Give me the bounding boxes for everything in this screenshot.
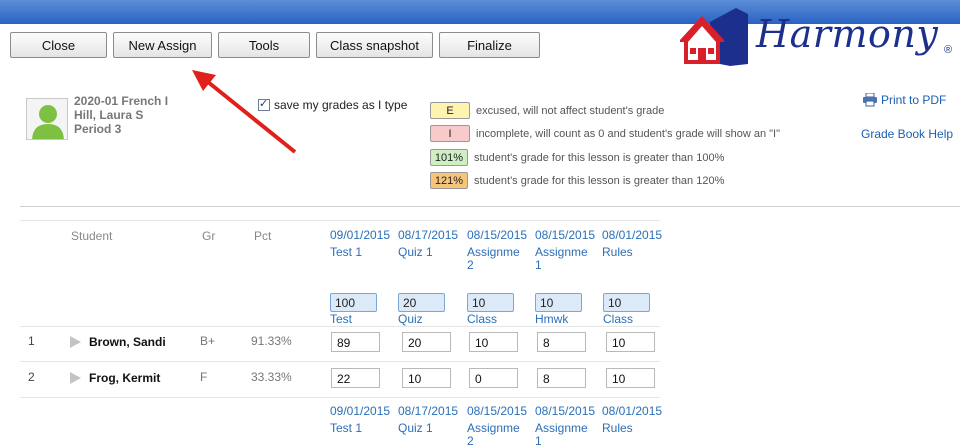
score-input[interactable]: 0: [469, 368, 518, 388]
legend-incomplete: I incomplete, will count as 0 and studen…: [430, 125, 780, 142]
course-name: 2020-01 French I: [74, 94, 169, 108]
row-divider: [20, 361, 660, 362]
grade-column-header[interactable]: Gr: [202, 229, 215, 243]
max-points-box[interactable]: 100: [330, 293, 377, 312]
score-input[interactable]: 10: [469, 332, 518, 352]
legend-text: student's grade for this lesson is great…: [474, 151, 725, 164]
score-input[interactable]: 8: [537, 332, 586, 352]
student-name[interactable]: Frog, Kermit: [89, 371, 160, 385]
assignment-header[interactable]: 08/15/2015 Assignme 2: [467, 229, 527, 272]
save-grades-checkbox[interactable]: [258, 97, 270, 111]
avatar: [26, 98, 68, 140]
student-grade: B+: [200, 334, 216, 348]
brand-name: Harmony: [756, 12, 939, 56]
incomplete-badge: I: [430, 125, 470, 142]
category-label: Hmwk: [535, 312, 569, 326]
row-divider: [20, 326, 660, 327]
category-label: Class: [467, 312, 498, 326]
teacher-name: Hill, Laura S: [74, 108, 144, 122]
excused-badge: E: [430, 102, 470, 119]
close-button[interactable]: Close: [10, 32, 107, 58]
max-points-box[interactable]: 10: [603, 293, 650, 312]
over-100-badge: 101%: [430, 149, 468, 166]
class-info: 2020-01 French I Hill, Laura S Period 3: [74, 94, 168, 136]
assignment-header[interactable]: 09/01/2015 Test 1: [330, 229, 390, 259]
save-grades-option: save my grades as I type: [258, 97, 408, 112]
header-divider: [20, 220, 660, 221]
tools-button[interactable]: Tools: [218, 32, 310, 58]
period: Period 3: [74, 122, 122, 136]
student-grade: F: [200, 370, 208, 384]
assignment-footer[interactable]: 08/15/2015 Assignme 2: [467, 405, 527, 448]
expand-arrow-icon[interactable]: [70, 336, 81, 348]
legend-over-120: 121% student's grade for this lesson is …: [430, 172, 724, 189]
legend-text: incomplete, will count as 0 and student'…: [476, 127, 781, 140]
student-pct: 33.33%: [251, 370, 292, 384]
max-points-box[interactable]: 20: [398, 293, 445, 312]
print-label: Print to PDF: [881, 93, 947, 107]
category-label: Class: [603, 312, 634, 326]
student-name[interactable]: Brown, Sandi: [89, 335, 166, 349]
row-number: 1: [28, 334, 35, 348]
section-divider: [20, 206, 960, 207]
legend-text: student's grade for this lesson is great…: [474, 174, 725, 187]
pct-column-header[interactable]: Pct: [254, 229, 271, 243]
legend-excused: E excused, will not affect student's gra…: [430, 102, 664, 119]
max-points-box[interactable]: 10: [535, 293, 582, 312]
score-input[interactable]: 10: [606, 368, 655, 388]
score-input[interactable]: 89: [331, 332, 380, 352]
student-column-header[interactable]: Student: [71, 229, 112, 243]
score-input[interactable]: 10: [402, 368, 451, 388]
harmony-logo: Harmony ®: [676, 4, 956, 70]
person-icon: [32, 105, 64, 139]
assignment-footer[interactable]: 08/17/2015 Quiz 1: [398, 405, 458, 435]
assignment-footer[interactable]: 08/15/2015 Assignme 1: [535, 405, 595, 448]
assignment-header[interactable]: 08/17/2015 Quiz 1: [398, 229, 458, 259]
registered-mark: ®: [944, 44, 953, 56]
score-input[interactable]: 10: [606, 332, 655, 352]
save-grades-label: save my grades as I type: [274, 98, 408, 112]
legend-over-100: 101% student's grade for this lesson is …: [430, 149, 724, 166]
score-input[interactable]: 22: [331, 368, 380, 388]
print-to-pdf-link[interactable]: Print to PDF: [862, 93, 946, 107]
finalize-button[interactable]: Finalize: [439, 32, 540, 58]
assignment-footer[interactable]: 08/01/2015 Rules: [602, 405, 662, 435]
category-label: Quiz: [398, 312, 423, 326]
max-points-box[interactable]: 10: [467, 293, 514, 312]
row-number: 2: [28, 370, 35, 384]
printer-icon: [863, 93, 877, 107]
class-snapshot-button[interactable]: Class snapshot: [316, 32, 433, 58]
over-120-badge: 121%: [430, 172, 468, 189]
expand-arrow-icon[interactable]: [70, 372, 81, 384]
score-input[interactable]: 20: [402, 332, 451, 352]
assignment-header[interactable]: 08/15/2015 Assignme 1: [535, 229, 595, 272]
assignment-footer[interactable]: 09/01/2015 Test 1: [330, 405, 390, 435]
new-assign-button[interactable]: New Assign: [113, 32, 212, 58]
score-input[interactable]: 8: [537, 368, 586, 388]
category-label: Test: [330, 312, 353, 326]
grade-book-help-link[interactable]: Grade Book Help: [861, 127, 953, 141]
school-house-icon: [680, 8, 748, 66]
row-divider: [20, 397, 660, 398]
student-pct: 91.33%: [251, 334, 292, 348]
assignment-header[interactable]: 08/01/2015 Rules: [602, 229, 662, 259]
legend-text: excused, will not affect student's grade: [476, 104, 665, 117]
